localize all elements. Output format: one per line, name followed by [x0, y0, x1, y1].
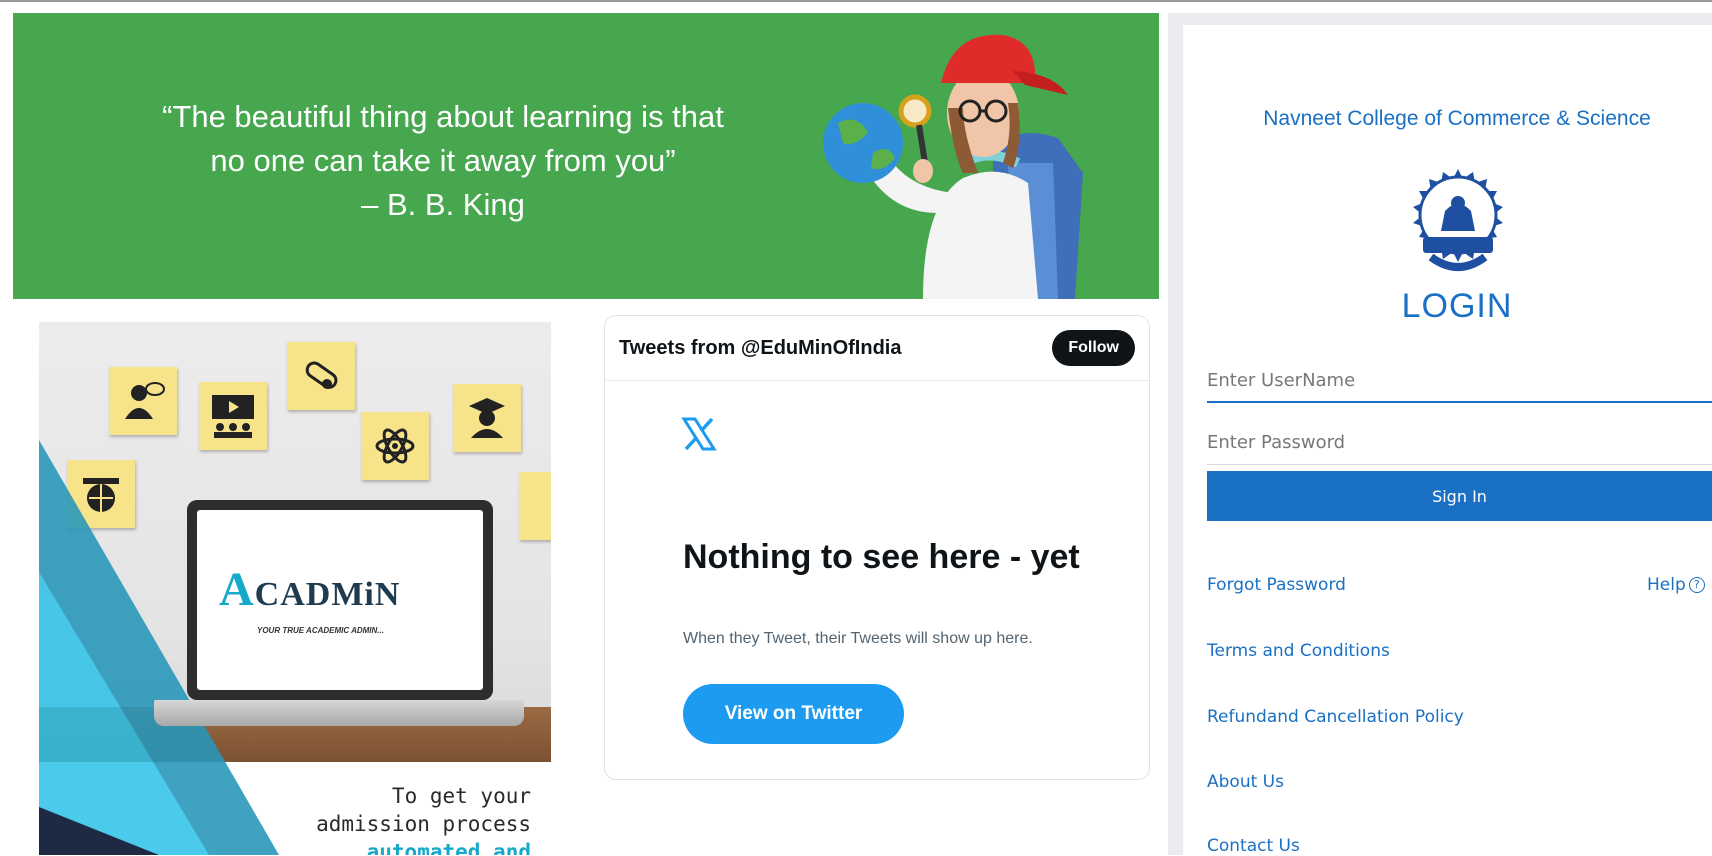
promo-text: To get your admission process automated …: [316, 782, 531, 855]
quote-line-1: “The beautiful thing about learning is t…: [162, 99, 724, 134]
sign-in-button[interactable]: Sign In: [1207, 471, 1712, 521]
top-border: [0, 0, 1712, 2]
acadmin-logo: ACADMiN: [219, 563, 401, 616]
college-name: Navneet College of Commerce & Science: [1263, 107, 1651, 130]
acadmin-promo: ACADMiN YOUR TRUE ACADEMIC ADMIN... To g…: [39, 322, 551, 855]
twitter-header: Tweets from @EduMinOfIndia Follow: [605, 316, 1149, 381]
quote-banner: “The beautiful thing about learning is t…: [13, 13, 1159, 299]
laptop: ACADMiN YOUR TRUE ACADEMIC ADMIN...: [187, 500, 493, 700]
acadmin-tagline: YOUR TRUE ACADEMIC ADMIN...: [257, 626, 384, 635]
forgot-password-link[interactable]: Forgot Password: [1207, 575, 1346, 595]
login-title: LOGIN: [1401, 287, 1513, 325]
twitter-title: Tweets from @EduMinOfIndia: [619, 336, 902, 359]
banner-quote: “The beautiful thing about learning is t…: [73, 95, 813, 227]
empty-state-subtitle: When they Tweet, their Tweets will show …: [683, 630, 1033, 647]
girl-with-globe-illustration: [823, 34, 1083, 299]
promo-text-line-1: To get your: [391, 784, 531, 808]
contact-us-link[interactable]: Contact Us: [1207, 836, 1300, 856]
help-label: Help: [1647, 575, 1686, 595]
promo-text-line-2: admission process: [316, 812, 531, 836]
view-on-twitter-button[interactable]: View on Twitter: [683, 684, 904, 744]
login-panel: Navneet College of Commerce & Science LO…: [1183, 25, 1712, 856]
username-field[interactable]: [1207, 359, 1712, 403]
college-emblem: [1413, 169, 1503, 271]
terms-link[interactable]: Terms and Conditions: [1207, 641, 1390, 661]
help-circle-icon: ?: [1688, 577, 1705, 593]
quote-author: – B. B. King: [361, 187, 525, 222]
empty-state-title: Nothing to see here - yet: [683, 538, 1080, 576]
twitter-timeline-card: Tweets from @EduMinOfIndia Follow Nothin…: [604, 315, 1150, 780]
quote-line-2: no one can take it away from you”: [210, 143, 676, 178]
follow-button[interactable]: Follow: [1052, 330, 1135, 366]
promo-text-line-3: automated and: [366, 840, 531, 855]
about-us-link[interactable]: About Us: [1207, 772, 1284, 792]
password-field[interactable]: [1207, 421, 1712, 465]
laptop-keyboard: [154, 700, 524, 726]
refund-policy-link[interactable]: Refundand Cancellation Policy: [1207, 707, 1464, 727]
help-link[interactable]: Help ?: [1647, 575, 1705, 595]
x-logo-icon: [681, 417, 717, 451]
